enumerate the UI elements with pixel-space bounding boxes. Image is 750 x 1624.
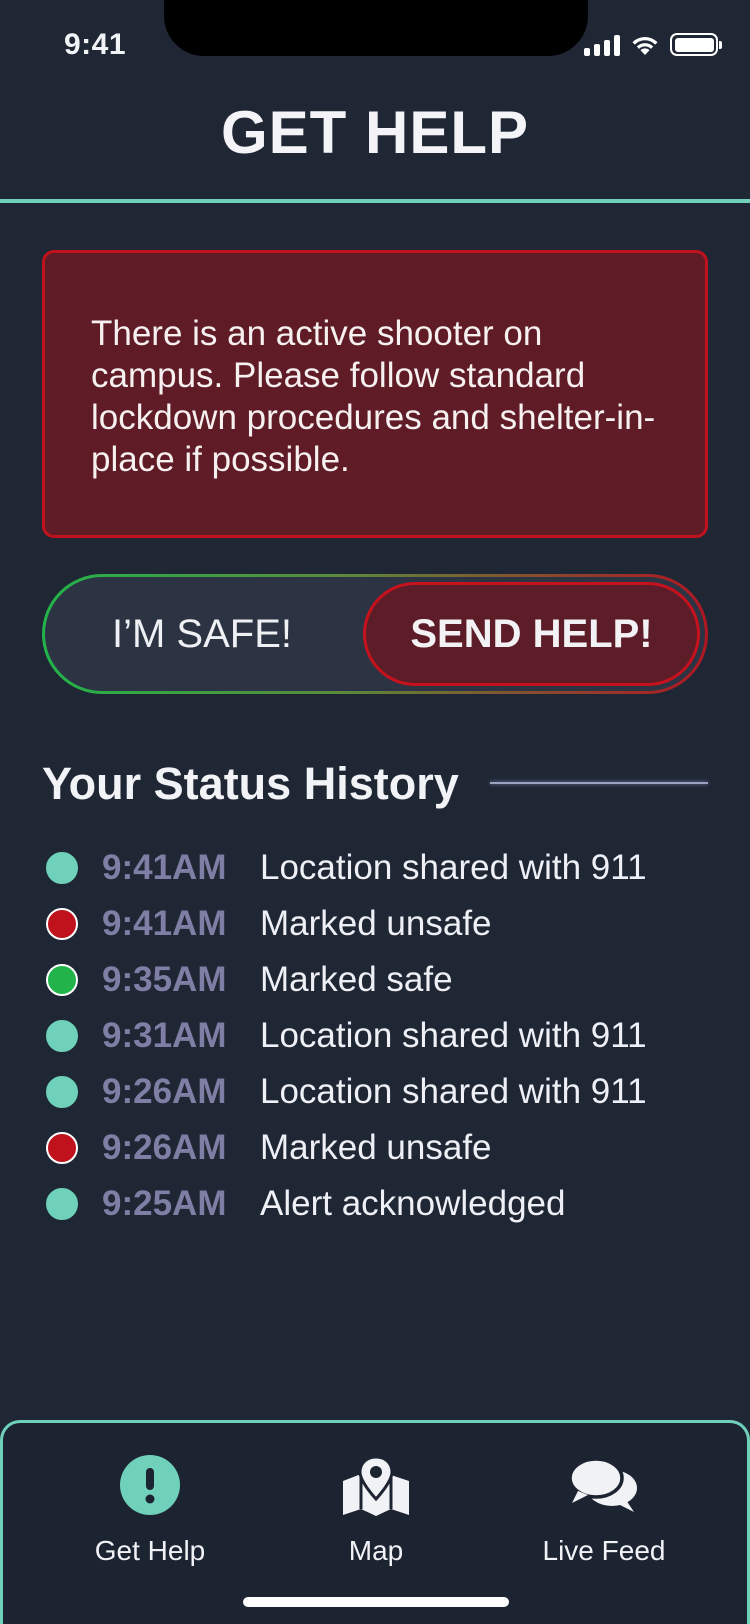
history-time: 9:25AM [102,1184,227,1223]
alert-message: There is an active shooter on campus. Pl… [91,314,656,479]
battery-icon [670,33,722,56]
status-dot [46,1188,78,1220]
status-dot [46,1132,78,1164]
tab-label: Map [348,1535,404,1566]
history-item: 9:41AM Location shared with 911 [46,840,726,896]
wifi-icon [632,36,658,55]
exclamation-circle-icon [120,1455,180,1515]
im-safe-button[interactable]: I’M SAFE! [45,577,359,691]
history-divider [490,782,708,784]
history-text: Marked unsafe [260,904,492,943]
history-time: 9:35AM [102,960,227,999]
header-divider [0,199,750,203]
tab-label: Live Feed [542,1535,666,1566]
tab-map[interactable]: Map [251,1423,501,1583]
status-dot [46,908,78,940]
tab-get-help[interactable]: Get Help [25,1423,275,1583]
history-text: Location shared with 911 [260,1072,647,1111]
tab-label: Get Help [94,1535,206,1566]
home-indicator [243,1597,509,1607]
history-time: 9:41AM [102,848,227,887]
bottom-tab-bar: Get Help Map Live Feed [0,1420,750,1624]
status-dot [46,1020,78,1052]
history-text: Alert acknowledged [260,1184,566,1223]
chat-bubbles-icon [568,1457,637,1512]
status-icons [584,33,722,56]
history-item: 9:31AM Location shared with 911 [46,1008,726,1064]
send-help-button[interactable]: SEND HELP! [363,582,700,686]
history-time: 9:31AM [102,1016,227,1055]
page-title: GET HELP [220,99,530,166]
history-text: Location shared with 911 [260,848,647,887]
tab-live-feed[interactable]: Live Feed [479,1423,729,1583]
history-time: 9:41AM [102,904,227,943]
device-notch [164,0,588,56]
status-dot [46,1076,78,1108]
safety-status-toggle[interactable]: I’M SAFE! SEND HELP! [42,574,708,694]
history-time: 9:26AM [102,1072,227,1111]
status-time: 9:41 [64,28,127,61]
history-item: 9:35AM Marked safe [46,952,726,1008]
history-text: Location shared with 911 [260,1016,647,1055]
status-history-title: Your Status History [42,758,459,809]
status-bar: 9:41 [0,0,750,92]
history-item: 9:26AM Location shared with 911 [46,1064,726,1120]
status-dot [46,964,78,996]
cellular-signal-icon [584,34,620,56]
history-text: Marked unsafe [260,1128,492,1167]
status-dot [46,852,78,884]
history-item: 9:41AM Marked unsafe [46,896,726,952]
history-item: 9:25AM Alert acknowledged [46,1176,726,1232]
emergency-alert-card: There is an active shooter on campus. Pl… [42,250,708,538]
history-text: Marked safe [260,960,453,999]
history-item: 9:26AM Marked unsafe [46,1120,726,1176]
status-history-list: 9:41AM Location shared with 911 9:41AM M… [46,840,726,1232]
map-pin-icon [343,1455,409,1516]
history-time: 9:26AM [102,1128,227,1167]
